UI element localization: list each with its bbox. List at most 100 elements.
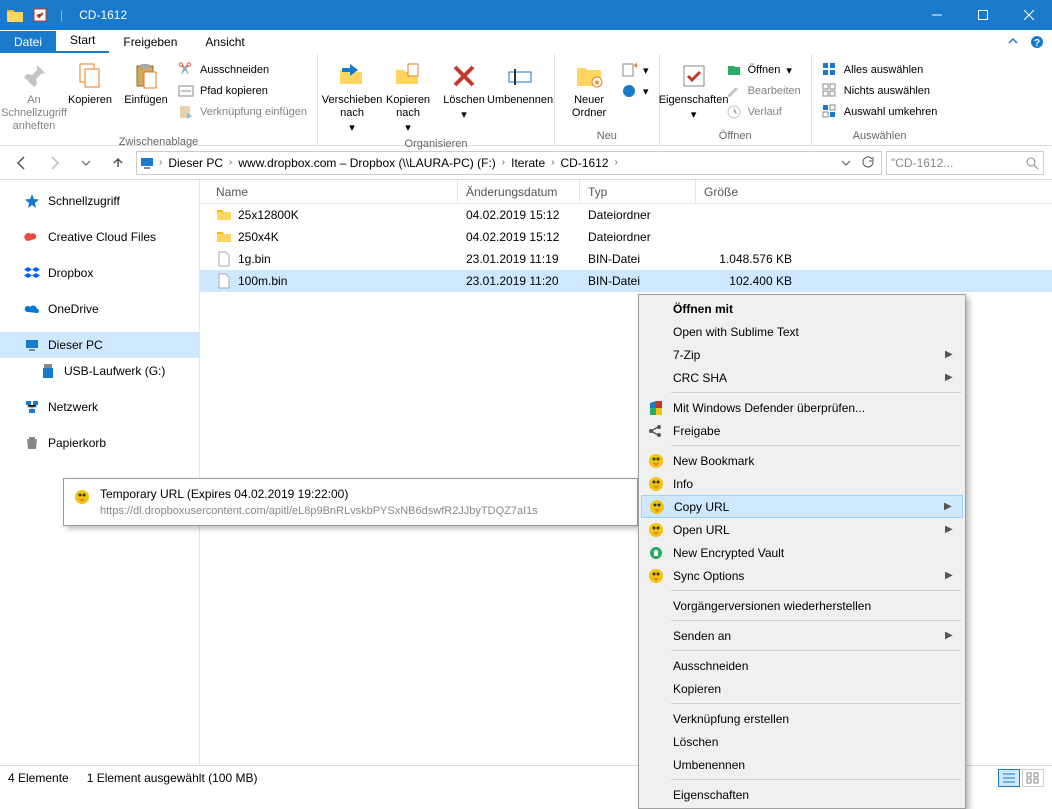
menu-item-label: Ausschneiden bbox=[667, 659, 945, 673]
sidebar-item-network[interactable]: Netzwerk bbox=[0, 394, 199, 420]
rename-button[interactable]: Umbenennen bbox=[492, 56, 548, 107]
breadcrumb-item[interactable]: Iterate bbox=[509, 156, 547, 170]
copy-to-button[interactable]: Kopieren nach ▾ bbox=[380, 56, 436, 136]
menu-item[interactable]: Freigabe bbox=[641, 419, 963, 442]
menu-item[interactable]: Senden an▶ bbox=[641, 624, 963, 647]
sidebar-item-this-pc[interactable]: Dieser PC bbox=[0, 332, 199, 358]
nav-back-button[interactable] bbox=[8, 150, 36, 176]
menu-item[interactable]: CRC SHA▶ bbox=[641, 366, 963, 389]
column-header-date[interactable]: Änderungsdatum bbox=[458, 180, 580, 203]
breadcrumb-item[interactable]: www.dropbox.com – Dropbox (\\LAURA-PC) (… bbox=[236, 156, 497, 170]
view-icons-button[interactable] bbox=[1022, 769, 1044, 787]
column-header-name[interactable]: Name bbox=[200, 180, 458, 203]
cd-icon bbox=[646, 499, 668, 515]
menu-item[interactable]: Copy URL▶ bbox=[641, 495, 963, 518]
star-icon bbox=[24, 193, 40, 209]
menu-item[interactable]: New Encrypted Vault bbox=[641, 541, 963, 564]
sidebar-item-ccf[interactable]: Creative Cloud Files bbox=[0, 224, 199, 250]
properties-button[interactable]: Eigenschaften ▾ bbox=[666, 56, 722, 122]
menu-item[interactable]: Open URL▶ bbox=[641, 518, 963, 541]
breadcrumb-item[interactable]: Dieser PC bbox=[166, 156, 225, 170]
close-button[interactable] bbox=[1006, 0, 1052, 30]
open-button[interactable]: Öffnen ▾ bbox=[722, 60, 805, 80]
view-details-button[interactable] bbox=[998, 769, 1020, 787]
search-box[interactable]: "CD-1612... bbox=[886, 151, 1044, 175]
menu-item[interactable]: Öffnen mit bbox=[641, 297, 963, 320]
menu-item[interactable]: Vorgängerversionen wiederherstellen bbox=[641, 594, 963, 617]
delete-button[interactable]: Löschen ▾ bbox=[436, 56, 492, 122]
cut-button[interactable]: ✂️ Ausschneiden bbox=[174, 60, 311, 80]
table-row[interactable]: 25x12800K04.02.2019 15:12Dateiordner bbox=[200, 204, 1052, 226]
new-item-button[interactable]: ✦▾ bbox=[617, 60, 653, 80]
sidebar-item-recycle[interactable]: Papierkorb bbox=[0, 430, 199, 456]
menu-item[interactable]: Löschen bbox=[641, 730, 963, 753]
copy-path-button[interactable]: Pfad kopieren bbox=[174, 81, 311, 101]
invert-selection-button[interactable]: Auswahl umkehren bbox=[818, 102, 942, 122]
chevron-down-icon: ▾ bbox=[643, 85, 649, 98]
menu-item[interactable]: Umbenennen bbox=[641, 753, 963, 776]
menu-item[interactable]: Eigenschaften bbox=[641, 783, 963, 806]
breadcrumb-item[interactable]: CD-1612 bbox=[559, 156, 611, 170]
ribbon-group-new: ★ Neuer Ordner ✦▾ ▾ Neu bbox=[555, 54, 660, 145]
table-row[interactable]: 100m.bin23.01.2019 11:20BIN-Datei102.400… bbox=[200, 270, 1052, 292]
table-row[interactable]: 250x4K04.02.2019 15:12Dateiordner bbox=[200, 226, 1052, 248]
menu-item[interactable]: New Bookmark bbox=[641, 449, 963, 472]
paste-button[interactable]: Einfügen bbox=[118, 56, 174, 107]
chevron-right-icon[interactable]: › bbox=[549, 157, 556, 168]
move-to-button[interactable]: Verschieben nach ▾ bbox=[324, 56, 380, 136]
submenu-arrow-icon: ▶ bbox=[945, 349, 963, 360]
menu-separator bbox=[671, 779, 961, 780]
paste-shortcut-button[interactable]: Verknüpfung einfügen bbox=[174, 102, 311, 122]
easy-access-button[interactable]: ▾ bbox=[617, 81, 653, 101]
help-icon[interactable]: ? bbox=[1026, 32, 1048, 52]
copy-path-icon bbox=[178, 83, 194, 99]
folder-icon bbox=[216, 229, 232, 245]
onedrive-icon bbox=[24, 301, 40, 317]
column-header-size[interactable]: Größe bbox=[696, 180, 800, 203]
sidebar-item-usb[interactable]: USB-Laufwerk (G:) bbox=[0, 358, 199, 384]
sidebar-item-onedrive[interactable]: OneDrive bbox=[0, 296, 199, 322]
chevron-right-icon[interactable]: › bbox=[157, 157, 164, 168]
nav-recent-button[interactable] bbox=[72, 150, 100, 176]
tab-share[interactable]: Freigeben bbox=[109, 31, 191, 53]
sidebar-item-dropbox[interactable]: Dropbox bbox=[0, 260, 199, 286]
address-box[interactable]: › Dieser PC › www.dropbox.com – Dropbox … bbox=[136, 151, 882, 175]
menu-item[interactable]: 7-Zip▶ bbox=[641, 343, 963, 366]
address-dropdown-button[interactable] bbox=[835, 150, 857, 176]
select-none-button[interactable]: Nichts auswählen bbox=[818, 81, 942, 101]
folder-icon bbox=[216, 207, 232, 223]
menu-item[interactable]: Open with Sublime Text bbox=[641, 320, 963, 343]
chevron-right-icon[interactable]: › bbox=[613, 157, 620, 168]
table-row[interactable]: 1g.bin23.01.2019 11:19BIN-Datei1.048.576… bbox=[200, 248, 1052, 270]
qat-properties-icon[interactable] bbox=[28, 4, 52, 26]
edit-button[interactable]: Bearbeiten bbox=[722, 81, 805, 101]
pin-button[interactable]: An Schnellzugriff anheften bbox=[6, 56, 62, 134]
select-all-button[interactable]: Alles auswählen bbox=[818, 60, 942, 80]
refresh-button[interactable] bbox=[857, 150, 879, 176]
file-size: 1.048.576 KB bbox=[696, 252, 800, 266]
menu-item[interactable]: Verknüpfung erstellen bbox=[641, 707, 963, 730]
chevron-right-icon[interactable]: › bbox=[227, 157, 234, 168]
tab-file[interactable]: Datei bbox=[0, 31, 56, 53]
new-folder-button[interactable]: ★ Neuer Ordner bbox=[561, 56, 617, 120]
maximize-button[interactable] bbox=[960, 0, 1006, 30]
menu-item[interactable]: Mit Windows Defender überprüfen... bbox=[641, 396, 963, 419]
sidebar-item-quick-access[interactable]: Schnellzugriff bbox=[0, 188, 199, 214]
tab-start[interactable]: Start bbox=[56, 29, 109, 53]
tab-view[interactable]: Ansicht bbox=[191, 31, 258, 53]
column-header-type[interactable]: Typ bbox=[580, 180, 696, 203]
nav-forward-button[interactable] bbox=[40, 150, 68, 176]
nav-up-button[interactable] bbox=[104, 150, 132, 176]
copy-button[interactable]: Kopieren bbox=[62, 56, 118, 107]
chevron-down-icon: ▾ bbox=[691, 109, 697, 122]
minimize-button[interactable] bbox=[914, 0, 960, 30]
menu-item[interactable]: Ausschneiden bbox=[641, 654, 963, 677]
delete-icon bbox=[448, 60, 480, 92]
chevron-right-icon[interactable]: › bbox=[500, 157, 507, 168]
ribbon-collapse-icon[interactable] bbox=[1002, 32, 1024, 52]
menu-item[interactable]: Info bbox=[641, 472, 963, 495]
menu-item[interactable]: Sync Options▶ bbox=[641, 564, 963, 587]
history-button[interactable]: Verlauf bbox=[722, 102, 805, 122]
file-name: 1g.bin bbox=[238, 252, 271, 266]
menu-item[interactable]: Kopieren bbox=[641, 677, 963, 700]
